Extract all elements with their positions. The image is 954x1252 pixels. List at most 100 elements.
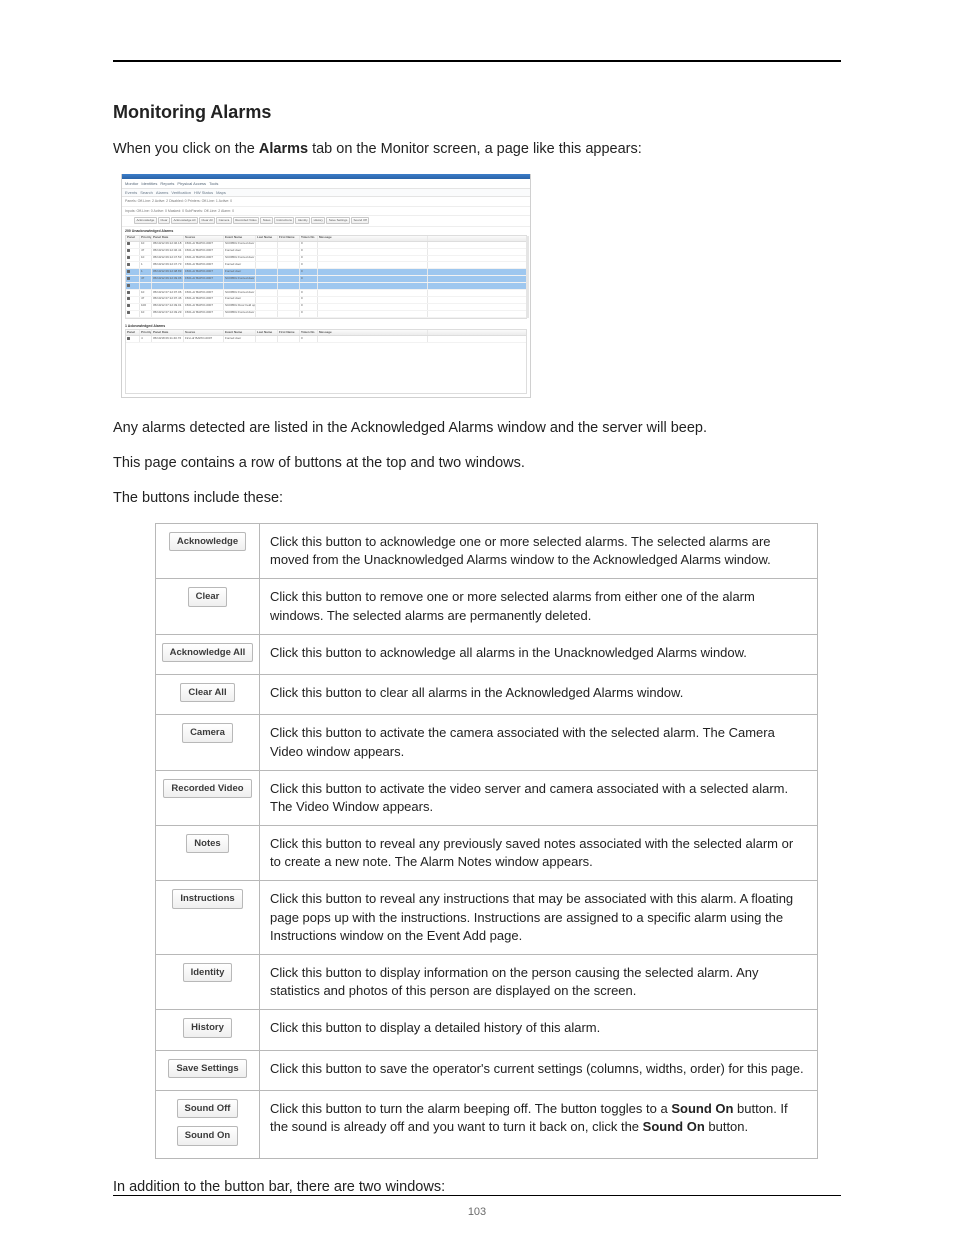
table-row: 4705/10/12 07:12:07.461501-dr BAPIO-0007…: [126, 297, 526, 304]
shot-btn-history: History: [311, 217, 325, 224]
shot-btn-instructions: Instructions: [274, 217, 294, 224]
tab-identities: Identities: [141, 181, 157, 186]
shot-status-line1: Panels: Off-Line: 2 Active: 2 Disabled: …: [122, 197, 530, 207]
ui-button-history: History: [183, 1018, 232, 1037]
button-cell: Save Settings: [156, 1050, 260, 1090]
col-token-no: Token No: [300, 236, 318, 241]
button-cell: Identity: [156, 955, 260, 1010]
intro-paragraph: When you click on the Alarms tab on the …: [113, 139, 841, 160]
button-cell: Sound OffSound On: [156, 1090, 260, 1158]
ui-button-clear: Clear: [188, 587, 228, 606]
subtab-maps: Maps: [216, 190, 226, 195]
shot-top-tabs: Monitor Identities Reports Physical Acce…: [122, 179, 530, 188]
ui-button-notes: Notes: [186, 834, 228, 853]
para-detected: Any alarms detected are listed in the Ac…: [113, 418, 841, 439]
table-row: 105/10/12 09:12:47.731501-dr BAPIO-0007F…: [126, 262, 526, 269]
shot-unack-grid: Panel Priority Panel Date Source Event N…: [125, 235, 527, 319]
col-last-name: Last Name: [256, 330, 278, 335]
col-source: Source: [184, 330, 224, 335]
button-description: Click this button to reveal any instruct…: [260, 881, 818, 955]
intro-after: tab on the Monitor screen, a page like t…: [308, 141, 642, 157]
ui-button-acknowledge: Acknowledge: [169, 532, 246, 551]
button-description: Click this button to acknowledge all ala…: [260, 634, 818, 674]
button-cell: Instructions: [156, 881, 260, 955]
ui-button-acknowledge-all: Acknowledge All: [162, 643, 254, 662]
shot-btn-camera: Camera: [216, 217, 232, 224]
ui-button-identity: Identity: [183, 963, 233, 982]
button-cell: Recorded Video: [156, 770, 260, 825]
col-first-name: First Name: [278, 236, 300, 241]
tab-monitor: Monitor: [125, 181, 138, 186]
ui-button-save-settings: Save Settings: [168, 1059, 246, 1078]
shot-btn-clear: Clear: [158, 217, 170, 224]
button-description: Click this button to display information…: [260, 955, 818, 1010]
shot-ack-grid: Panel Priority Panel Date Source Event N…: [125, 329, 527, 394]
buttons-definition-table: Acknowledge Click this button to acknowle…: [155, 523, 818, 1159]
ui-button-camera: Camera: [182, 723, 233, 742]
ui-button-recorded-video: Recorded Video: [163, 779, 251, 798]
page-title: Monitoring Alarms: [113, 102, 841, 123]
top-rule: [113, 60, 841, 62]
shot-btn-sound-off: Sound Off: [351, 217, 369, 224]
button-description: Click this button to display a detailed …: [260, 1010, 818, 1050]
button-description: Click this button to acknowledge one or …: [260, 523, 818, 578]
button-description: Click this button to save the operator's…: [260, 1050, 818, 1090]
intro-bold: Alarms: [259, 141, 308, 157]
col-event-name: Event Name: [224, 236, 256, 241]
button-description: Click this button to turn the alarm beep…: [260, 1090, 818, 1158]
button-cell: Notes: [156, 826, 260, 881]
table-row: 4705/10/12 09:12:46.411501-dr BAPIO-0007…: [126, 249, 526, 256]
subtab-verification: Verification: [171, 190, 191, 195]
col-panel: Panel: [126, 236, 140, 241]
col-event-name: Event Name: [224, 330, 256, 335]
button-cell: Acknowledge: [156, 523, 260, 578]
subtab-events: Events: [125, 190, 137, 195]
para-buttons-intro: The buttons include these:: [113, 488, 841, 509]
shot-ack-label: 1 Acknowledged Alarms: [122, 322, 530, 329]
tab-physical-access: Physical Access: [177, 181, 206, 186]
shot-unack-label: 200 Unacknowledged Alarms: [122, 227, 530, 234]
table-row: 105/10/12 09:12:48.891501-dr BAPIO-0007F…: [126, 269, 526, 276]
col-panel-date: Panel Date: [152, 236, 184, 241]
shot-btn-recorded-video: Recorded Video: [233, 217, 259, 224]
col-first-name: First Name: [278, 330, 300, 335]
ui-button-clear-all: Clear All: [180, 683, 234, 702]
page-number: 103: [0, 1206, 954, 1218]
subtab-search: Search: [140, 190, 153, 195]
shot-btn-save-settings: Save Settings: [326, 217, 350, 224]
shot-btn-acknowledge: Acknowledge: [134, 217, 157, 224]
ui-button-sound-on: Sound On: [177, 1126, 238, 1145]
table-row: 10005/10/12 07:12:49.011501-dr BAPIO-000…: [126, 304, 526, 311]
button-cell: Camera: [156, 715, 260, 770]
col-token-no: Token No: [300, 330, 318, 335]
button-description: Click this button to clear all alarms in…: [260, 675, 818, 715]
subtab-alarms: Alarms: [156, 190, 168, 195]
table-row: 1005/10/12 07:12:49.291501-dr BAPIO-0007…: [126, 311, 526, 318]
table-row: [126, 283, 526, 290]
shot-sub-tabs: Events Search Alarms Verification HW Sta…: [122, 188, 530, 197]
table-row: 1005/10/12 07:12:07.061501-dr BAPIO-0007…: [126, 290, 526, 297]
col-message: Message: [318, 236, 428, 241]
shot-button-row: Acknowledge Clear Acknowledge All Clear …: [122, 216, 530, 227]
button-cell: Acknowledge All: [156, 634, 260, 674]
shot-btn-acknowledge-all: Acknowledge All: [171, 217, 198, 224]
alarms-screenshot: Monitor Identities Reports Physical Acce…: [121, 174, 531, 398]
shot-btn-clear-all: Clear All: [199, 217, 215, 224]
subtab-hwstatus: HW Status: [194, 190, 213, 195]
table-row: 1005/10/12 09:12:46.181501-dr BAPIO-0007…: [126, 242, 526, 249]
col-message: Message: [318, 330, 428, 335]
para-layout: This page contains a row of buttons at t…: [113, 453, 841, 474]
col-last-name: Last Name: [256, 236, 278, 241]
button-description: Click this button to remove one or more …: [260, 579, 818, 634]
col-panel-date: Panel Date: [152, 330, 184, 335]
col-source: Source: [184, 236, 224, 241]
button-cell: Clear: [156, 579, 260, 634]
col-priority: Priority: [140, 236, 152, 241]
button-cell: History: [156, 1010, 260, 1050]
bottom-rule: [113, 1195, 841, 1196]
shot-btn-notes: Notes: [260, 217, 273, 224]
tab-reports: Reports: [160, 181, 174, 186]
table-row: 4705/10/12 09:12:49.061501-dr BAPIO-0007…: [126, 276, 526, 283]
shot-status-line2: Inputs: Off-Line: 0 Active: 0 Masked: 0 …: [122, 207, 530, 217]
button-description: Click this button to reveal any previous…: [260, 826, 818, 881]
